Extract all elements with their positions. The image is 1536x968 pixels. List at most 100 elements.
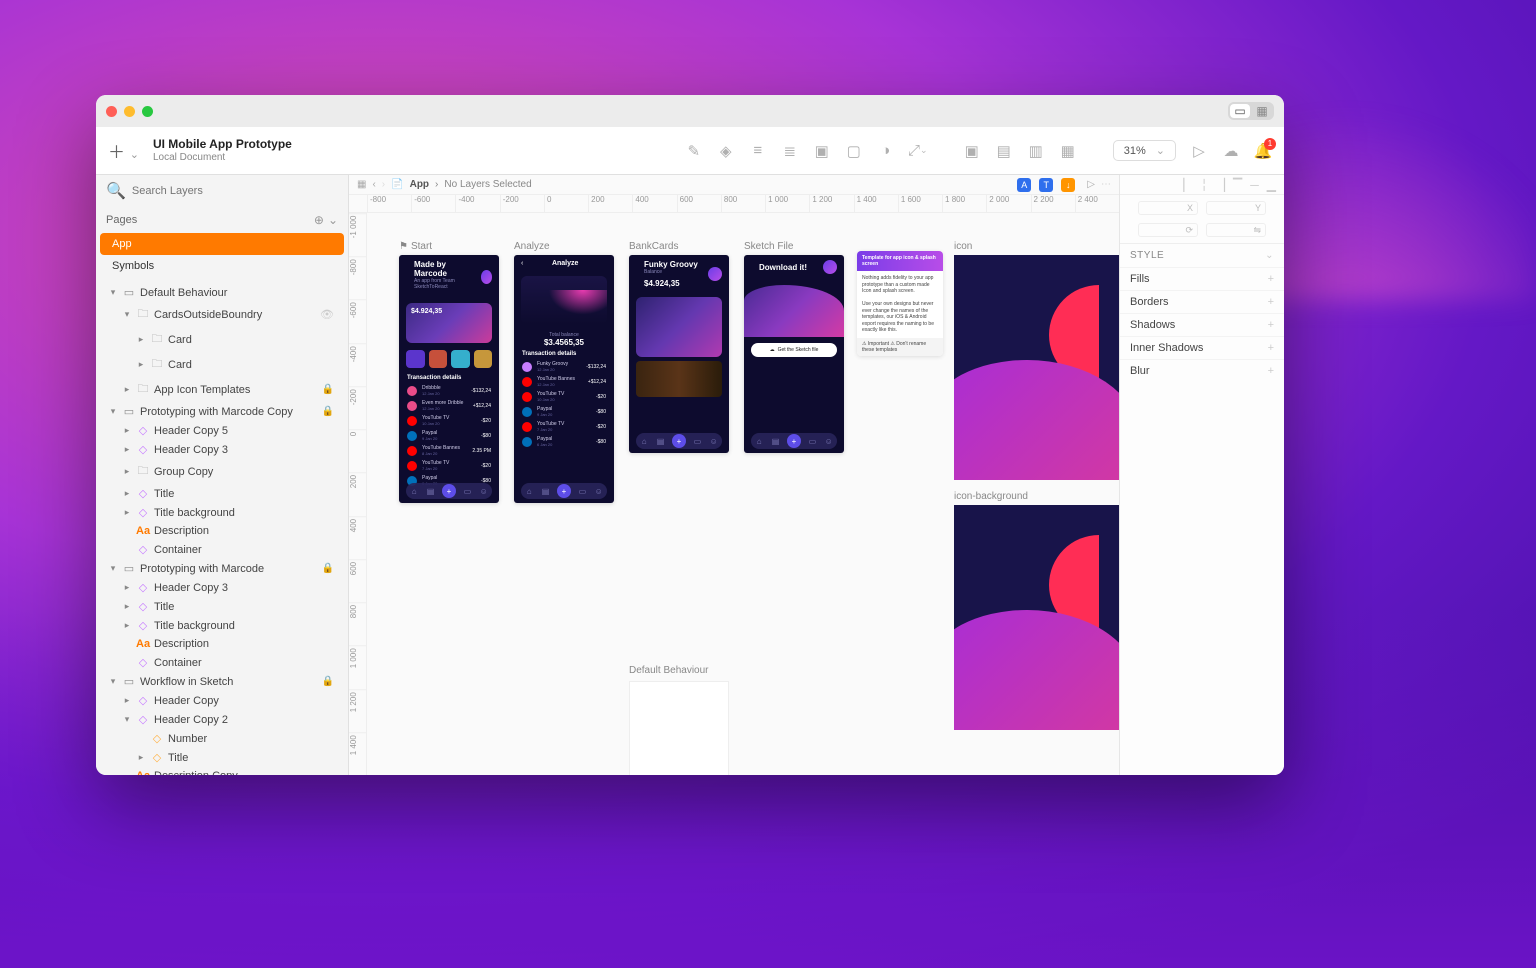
lock-icon[interactable]: 🔒 bbox=[322, 563, 340, 574]
mask-tool-icon[interactable]: ◑ bbox=[877, 142, 895, 160]
notifications-icon[interactable]: 🔔1 bbox=[1254, 142, 1272, 160]
layer-row[interactable]: ▸◇Header Copy bbox=[96, 691, 348, 710]
add-shadow-icon[interactable]: + bbox=[1268, 319, 1274, 331]
fwd-icon[interactable]: › bbox=[382, 179, 385, 190]
artboard-icon[interactable]: icon bbox=[954, 241, 1119, 480]
lock-icon[interactable]: 🔒 bbox=[322, 384, 340, 395]
back-icon[interactable]: ‹ bbox=[372, 179, 375, 190]
overlay-badge-d[interactable]: ↓ bbox=[1061, 178, 1075, 192]
align-right-icon[interactable]: ▕ bbox=[1216, 178, 1225, 192]
artboard-sketch-file[interactable]: Sketch File Download it! ☁Get the Sketch… bbox=[744, 241, 844, 453]
artboard-default-behaviour[interactable] bbox=[629, 681, 729, 775]
pages-menu-icon[interactable]: ⌄ bbox=[328, 213, 338, 227]
layer-row[interactable]: ◇Number bbox=[96, 729, 348, 748]
layer-row[interactable]: ▸🗀Card bbox=[96, 352, 348, 377]
layer-row[interactable]: ▸◇Title bbox=[96, 597, 348, 616]
search-input[interactable] bbox=[132, 185, 338, 197]
lock-icon[interactable]: 🔒 bbox=[322, 676, 340, 687]
add-fill-icon[interactable]: + bbox=[1268, 273, 1274, 285]
search-layers[interactable]: 🔍 bbox=[96, 175, 348, 207]
group-tool-icon[interactable]: ▣ bbox=[813, 142, 831, 160]
layer-row[interactable]: ▸◇Title background bbox=[96, 503, 348, 522]
flip-field[interactable]: ⇋ bbox=[1206, 223, 1266, 237]
layer-row[interactable]: ▸◇Title background bbox=[96, 616, 348, 635]
page-symbols[interactable]: Symbols bbox=[96, 255, 348, 277]
layer-row[interactable]: ▸◇Header Copy 3 bbox=[96, 578, 348, 597]
layer-row[interactable]: ▾▭Workflow in Sketch🔒 bbox=[96, 672, 348, 691]
layer-row[interactable]: AaDescription bbox=[96, 635, 348, 653]
ungroup-tool-icon[interactable]: ▢ bbox=[845, 142, 863, 160]
add-blur-icon[interactable]: + bbox=[1268, 365, 1274, 377]
layers-panel[interactable]: ▾▭Default Behaviour▾🗀CardsOutsideBoundry… bbox=[96, 277, 348, 775]
add-border-icon[interactable]: + bbox=[1268, 296, 1274, 308]
artboard-analyze[interactable]: Analyze ‹Analyze Total balance $3.4565,3… bbox=[514, 241, 614, 503]
layer-row[interactable]: ▸🗀Group Copy bbox=[96, 459, 348, 484]
vector-tool-icon[interactable]: ✎ bbox=[685, 142, 703, 160]
layer-row[interactable]: ▾▭Prototyping with Marcode Copy🔒 bbox=[96, 402, 348, 421]
artboard-icon-background[interactable]: icon-background bbox=[954, 491, 1119, 730]
layer-row[interactable]: ▸◇Title bbox=[96, 484, 348, 503]
pages-header: Pages ⊕ ⌄ bbox=[96, 207, 348, 233]
zoom-select[interactable]: 31%⌄ bbox=[1113, 140, 1176, 161]
layer-row[interactable]: ▾▭Default Behaviour bbox=[96, 283, 348, 302]
overlay-badge-a[interactable]: A bbox=[1017, 178, 1031, 192]
layer-row[interactable]: ▸🗀Card bbox=[96, 327, 348, 352]
back-chevron-icon: ‹ bbox=[521, 260, 523, 267]
overlay-badge-t[interactable]: T bbox=[1039, 178, 1053, 192]
align-left-icon[interactable]: ▏ bbox=[1183, 178, 1192, 192]
layer-row[interactable]: ◇Container bbox=[96, 653, 348, 672]
note-card[interactable]: Template for app icon & splash screen No… bbox=[857, 251, 943, 356]
layer-row[interactable]: ▸🗀App Icon Templates🔒 bbox=[96, 377, 348, 402]
canvas-area[interactable]: ▦ ‹ › 📄 App › No Layers Selected A T ↓ ▷… bbox=[349, 175, 1119, 775]
bool-intersect-icon[interactable]: ▥ bbox=[1027, 142, 1045, 160]
scale-tool-icon[interactable]: ⤢ ⌄ bbox=[909, 142, 927, 160]
left-sidebar: 🔍 Pages ⊕ ⌄ AppSymbols ▾▭Default Behavio… bbox=[96, 175, 349, 775]
layer-row[interactable]: ▸◇Header Copy 3 bbox=[96, 440, 348, 459]
crumb-page[interactable]: App bbox=[410, 179, 429, 190]
artboard-start[interactable]: ⚑Start Made by MarcodeAn app from Team S… bbox=[399, 241, 499, 503]
add-inner-shadow-icon[interactable]: + bbox=[1268, 342, 1274, 354]
x-field[interactable]: X bbox=[1138, 201, 1198, 215]
canvas[interactable]: ⚑Start Made by MarcodeAn app from Team S… bbox=[349, 213, 1119, 775]
layer-row[interactable]: AaDescription Copy bbox=[96, 767, 348, 775]
panel-grid-icon: ▦ bbox=[1252, 104, 1272, 118]
layer-row[interactable]: ▾◇Header Copy 2 bbox=[96, 710, 348, 729]
bool-subtract-icon[interactable]: ▤ bbox=[995, 142, 1013, 160]
align-bottom-icon[interactable]: ▁ bbox=[1267, 178, 1276, 192]
visibility-icon[interactable]: 👁 bbox=[320, 308, 340, 321]
prototype-play-icon[interactable]: ▷ bbox=[1087, 179, 1095, 190]
layer-row[interactable]: ▸◇Header Copy 5 bbox=[96, 421, 348, 440]
add-page-icon[interactable]: ⊕ bbox=[314, 213, 324, 227]
page-app[interactable]: App bbox=[100, 233, 344, 255]
layer-row[interactable]: ▾🗀CardsOutsideBoundry👁 bbox=[96, 302, 348, 327]
symbol-tool-icon[interactable]: ◈ bbox=[717, 142, 735, 160]
y-field[interactable]: Y bbox=[1206, 201, 1266, 215]
flag-icon: ⚑ bbox=[399, 241, 408, 252]
style-menu-icon[interactable]: ⌄ bbox=[1265, 250, 1274, 261]
window-minimize[interactable] bbox=[124, 106, 135, 117]
window-close[interactable] bbox=[106, 106, 117, 117]
crumb-menu-icon[interactable]: ⋯ bbox=[1101, 179, 1111, 190]
cloud-icon[interactable]: ☁ bbox=[1222, 142, 1240, 160]
rotation-field[interactable]: ⟳ bbox=[1138, 223, 1198, 237]
tab-plus-icon: + bbox=[442, 484, 456, 498]
bool-difference-icon[interactable]: ▦ bbox=[1059, 142, 1077, 160]
layer-row[interactable]: ◇Container bbox=[96, 540, 348, 559]
distribute-tool-icon[interactable]: ≣ bbox=[781, 142, 799, 160]
layer-row[interactable]: ▾▭Prototyping with Marcode🔒 bbox=[96, 559, 348, 578]
align-mid-icon[interactable]: ─ bbox=[1250, 178, 1259, 192]
grid-icon[interactable]: ▦ bbox=[357, 179, 366, 190]
artboard-bankcards[interactable]: BankCards Funky GroovyBalance$4.924,35 ⌂… bbox=[629, 241, 729, 453]
lock-icon[interactable]: 🔒 bbox=[322, 406, 340, 417]
insert-button[interactable]: ＋ ⌄ bbox=[108, 138, 139, 163]
artboard-default-behaviour-label[interactable]: Default Behaviour bbox=[629, 665, 709, 676]
align-tool-icon[interactable]: ≡ bbox=[749, 142, 767, 160]
preview-icon[interactable]: ▷ bbox=[1190, 142, 1208, 160]
window-zoom[interactable] bbox=[142, 106, 153, 117]
layer-row[interactable]: AaDescription bbox=[96, 522, 348, 540]
sidebar-toggle[interactable]: ▭ ▦ bbox=[1228, 102, 1274, 120]
align-top-icon[interactable]: ▔ bbox=[1233, 178, 1242, 192]
layer-row[interactable]: ▸◇Title bbox=[96, 748, 348, 767]
bool-union-icon[interactable]: ▣ bbox=[963, 142, 981, 160]
align-center-icon[interactable]: ╎ bbox=[1201, 178, 1208, 192]
